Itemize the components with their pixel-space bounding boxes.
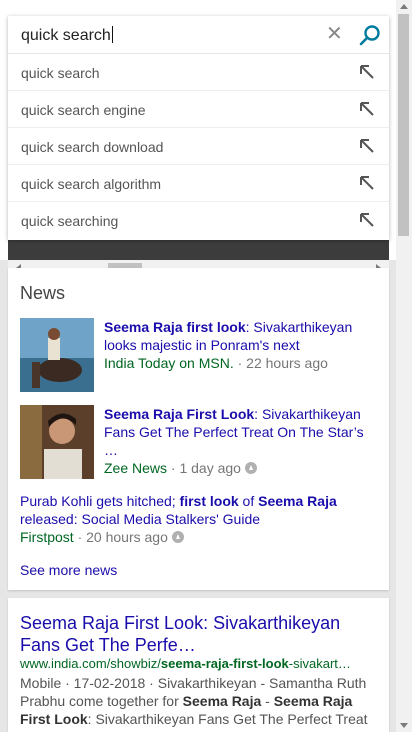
suggestion-item[interactable]: quick search algorithm	[8, 165, 389, 202]
suggestion-label: quick search	[21, 65, 100, 81]
suggestion-label: quick search engine	[21, 102, 146, 118]
scrollbar-thumb[interactable]	[398, 14, 409, 236]
news-headline-link[interactable]: Seema Raja first look: Sivakarthikeyan l…	[104, 319, 352, 353]
news-thumbnail[interactable]	[20, 405, 94, 479]
suggestion-label: quick search algorithm	[21, 176, 162, 192]
info-icon[interactable]	[244, 462, 257, 474]
arrow-up-left-icon[interactable]	[358, 137, 376, 155]
news-thumbnail[interactable]	[20, 318, 94, 392]
suggestion-item[interactable]: quick searching	[8, 202, 389, 239]
search-result-card: Seema Raja First Look: Sivakarthikeyan F…	[8, 598, 389, 732]
news-headline-link[interactable]: Seema Raja First Look: Sivakarthikeyan F…	[104, 406, 364, 458]
see-more-news-link[interactable]: See more news	[20, 562, 117, 578]
news-headline-link[interactable]: Purab Kohli gets hitched; first look of …	[20, 493, 337, 527]
news-source: India Today on MSN.	[104, 355, 234, 371]
news-item: Purab Kohli gets hitched; first look of …	[20, 492, 380, 548]
suggestion-item[interactable]: quick search download	[8, 128, 389, 165]
arrow-up-left-icon[interactable]	[358, 174, 376, 192]
news-source: Zee News	[104, 460, 168, 476]
news-item: Seema Raja First Look: Sivakarthikeyan F…	[20, 405, 380, 481]
suggestion-label: quick searching	[21, 213, 119, 229]
news-card: News Seema Raja first look: Sivakarthike…	[8, 268, 389, 590]
suggestion-item[interactable]: quick search	[8, 54, 389, 91]
news-time: · 22 hours ago	[233, 355, 328, 371]
arrow-up-left-icon[interactable]	[358, 63, 376, 81]
scroll-up-icon[interactable]	[400, 4, 408, 9]
news-source: Firstpost	[20, 529, 74, 545]
vertical-scrollbar[interactable]	[396, 0, 412, 732]
arrow-up-left-icon[interactable]	[358, 211, 376, 229]
suggestion-item[interactable]: quick search engine	[8, 91, 389, 128]
result-snippet: Mobile · 17-02-2018 · Sivakarthikeyan - …	[20, 675, 368, 727]
search-icon[interactable]	[358, 24, 382, 48]
search-input[interactable]: quick search	[21, 26, 113, 45]
carousel-strip	[8, 240, 389, 260]
news-time: · 20 hours ago	[73, 529, 168, 545]
info-icon[interactable]	[171, 531, 184, 543]
news-time: · 1 day ago	[167, 460, 241, 476]
result-title-link[interactable]: Seema Raja First Look: Sivakarthikeyan F…	[20, 612, 380, 656]
result-url[interactable]: www.india.com/showbiz/seema-raja-first-l…	[20, 656, 380, 671]
arrow-up-left-icon[interactable]	[358, 100, 376, 118]
suggestion-label: quick search download	[21, 139, 164, 155]
news-item: Seema Raja first look: Sivakarthikeyan l…	[20, 318, 380, 394]
search-input-row[interactable]: quick search ✕	[8, 16, 389, 54]
news-heading: News	[20, 283, 66, 303]
search-suggestion-dropdown: quick search ✕ quick search quick search…	[8, 16, 389, 240]
text-caret	[111, 26, 113, 43]
scroll-down-icon[interactable]	[400, 723, 408, 728]
close-icon[interactable]: ✕	[326, 24, 343, 44]
